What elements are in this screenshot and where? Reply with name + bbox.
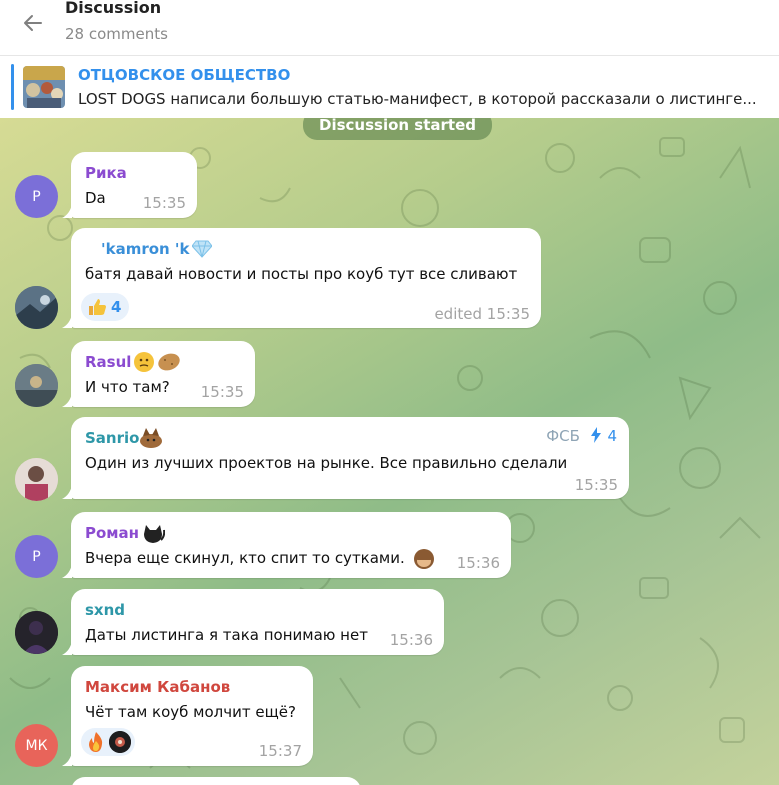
message-bubble[interactable]: Рика Da 15:35	[62, 152, 197, 218]
reactor-avatar	[109, 731, 131, 753]
avatar[interactable]	[15, 611, 58, 654]
pinned-post[interactable]: ОТЦОВСКОЕ ОБЩЕСТВО LOST DOGS написали бо…	[0, 56, 779, 118]
bubble-tail-icon	[62, 564, 72, 578]
message-bubble[interactable]: 'kamron 'k батя давай новости и посты пр…	[62, 228, 541, 328]
pinned-channel-name: ОТЦОВСКОЕ ОБЩЕСТВО	[78, 66, 291, 84]
bubble-tail-icon	[62, 204, 72, 218]
avatar-initial: МК	[25, 737, 48, 754]
message-bubble[interactable]: sxnd Даты листинга я така понимаю нет 15…	[62, 589, 444, 655]
monkey-emoji-icon	[413, 548, 435, 574]
message-bubble[interactable]	[71, 777, 361, 785]
bubble-tail-icon	[62, 641, 72, 655]
cat-emoji-icon	[141, 522, 166, 548]
message-author[interactable]: Рика	[85, 164, 127, 182]
bubble-tail-icon	[62, 485, 72, 499]
avatar[interactable]	[15, 286, 58, 329]
pinned-thumbnail	[23, 66, 65, 108]
avatar[interactable]	[15, 364, 58, 407]
fire-icon	[89, 732, 103, 752]
reaction-count: 4	[111, 298, 122, 316]
admin-title: ФСБ	[546, 427, 580, 445]
face-emoji-icon	[133, 351, 155, 377]
pinned-post-text: LOST DOGS написали большую статью-манифе…	[78, 90, 757, 108]
animal-emoji-icon	[138, 427, 164, 453]
reaction-chip[interactable]	[81, 728, 135, 756]
message-bubble[interactable]: Роман Вчера еще скинул, кто спит то сутк…	[62, 512, 511, 578]
comment-count: 28 comments	[65, 25, 168, 43]
message-time: 15:35	[142, 194, 186, 212]
message-bubble[interactable]: Максим Кабанов Чёт там коуб молчит ещё? …	[62, 666, 313, 766]
message-bubble[interactable]: Rasul И что там? 15:35	[62, 341, 255, 407]
message-time: edited 15:35	[434, 305, 530, 323]
message-bubble[interactable]: Sanrio ФСБ 4 Один из лучших проектов на …	[62, 417, 629, 499]
reaction-chip[interactable]: 4	[81, 293, 130, 321]
message-author[interactable]: Sanrio	[85, 429, 139, 447]
message-time: 15:35	[574, 476, 618, 494]
back-arrow-icon[interactable]	[18, 8, 48, 38]
diamond-icon	[191, 240, 213, 262]
avatar[interactable]: Р	[15, 175, 58, 218]
message-text: Вчера еще скинул, кто спит то сутками.	[85, 549, 405, 567]
message-list[interactable]: Discussion started Р Рика Da 15:35 'kamr…	[0, 118, 779, 785]
message-text: Da	[85, 189, 106, 207]
message-author[interactable]: sxnd	[85, 601, 125, 619]
message-text: батя давай новости и посты про коуб тут …	[85, 265, 518, 283]
message-time: 15:36	[389, 631, 433, 649]
bubble-tail-icon	[62, 314, 72, 328]
bubble-tail-icon	[62, 393, 72, 407]
boost-icon	[590, 427, 601, 443]
avatar[interactable]: МК	[15, 724, 58, 767]
message-author[interactable]: 'kamron 'k	[101, 240, 190, 258]
boost-count: 4	[607, 427, 617, 445]
potato-emoji-icon	[157, 351, 181, 377]
avatar[interactable]: Р	[15, 535, 58, 578]
message-text: Даты листинга я така понимаю нет	[85, 626, 368, 644]
message-time: 15:35	[200, 383, 244, 401]
message-text: И что там?	[85, 378, 170, 396]
message-author[interactable]: Rasul	[85, 353, 131, 371]
avatar[interactable]	[15, 458, 58, 501]
message-author[interactable]: Максим Кабанов	[85, 678, 230, 696]
message-text: Чёт там коуб молчит ещё?	[85, 703, 296, 721]
discussion-started-label: Discussion started	[303, 118, 492, 140]
page-title: Discussion	[65, 0, 162, 17]
message-time: 15:37	[258, 742, 302, 760]
pinned-accent-bar	[11, 64, 14, 110]
avatar-initial: Р	[32, 548, 41, 565]
avatar-initial: Р	[32, 188, 41, 205]
message-text: Один из лучших проектов на рынке. Все пр…	[85, 454, 568, 472]
message-author[interactable]: Роман	[85, 524, 139, 542]
thumbs-up-icon	[89, 299, 106, 315]
chat-header: Discussion 28 comments	[0, 0, 779, 56]
author-badge: ФСБ 4	[546, 427, 617, 445]
message-time: 15:36	[456, 554, 500, 572]
bubble-tail-icon	[62, 752, 72, 766]
